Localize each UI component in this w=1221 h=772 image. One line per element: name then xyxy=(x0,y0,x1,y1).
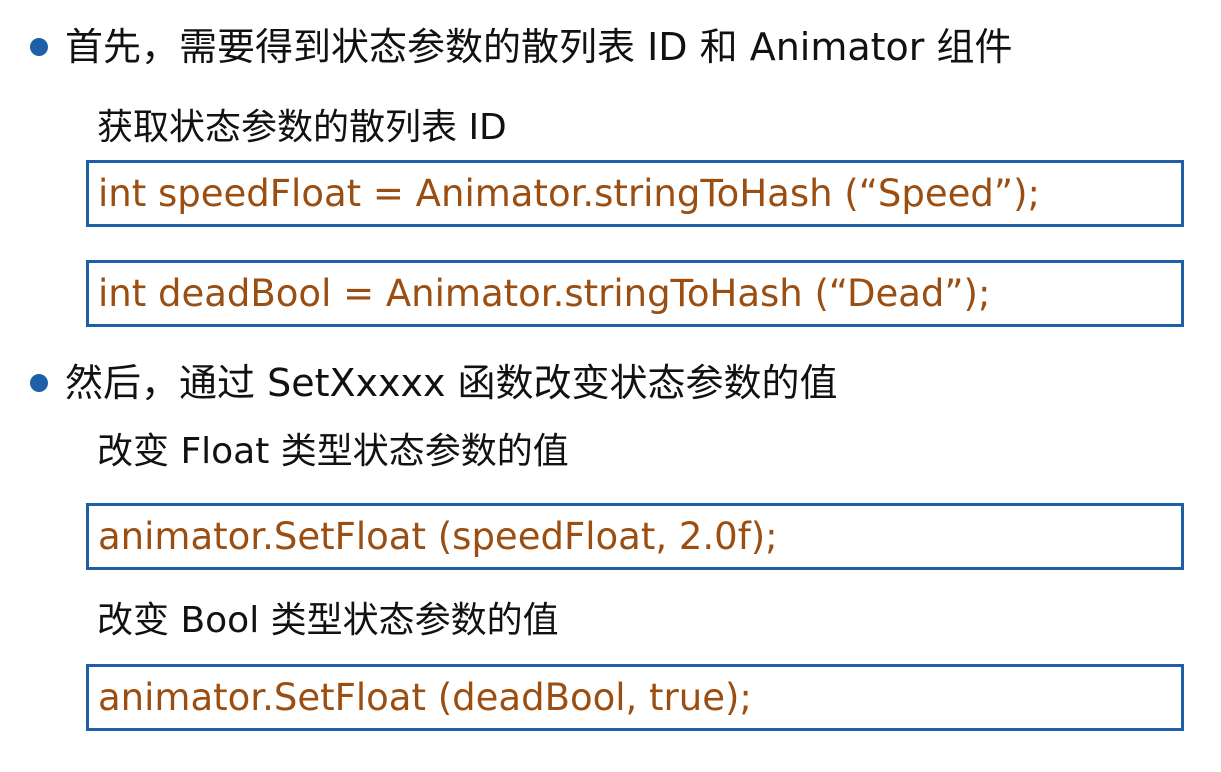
code-box-set-float: animator.SetFloat (speedFloat, 2.0f); xyxy=(86,503,1184,570)
code-line: int deadBool = Animator.stringToHash (“D… xyxy=(98,272,991,315)
code-box-set-bool: animator.SetFloat (deadBool, true); xyxy=(86,664,1184,731)
bullet-dot-icon xyxy=(30,374,48,392)
subheading-get-hash-id: 获取状态参数的散列表 ID xyxy=(97,107,507,148)
bullet-dot-icon xyxy=(30,38,48,56)
code-box-dead-bool: int deadBool = Animator.stringToHash (“D… xyxy=(86,260,1184,327)
code-line: animator.SetFloat (speedFloat, 2.0f); xyxy=(98,515,778,558)
subheading-change-bool: 改变 Bool 类型状态参数的值 xyxy=(97,600,559,641)
code-line: animator.SetFloat (deadBool, true); xyxy=(98,676,752,719)
code-line: int speedFloat = Animator.stringToHash (… xyxy=(98,172,1040,215)
subheading-change-float: 改变 Float 类型状态参数的值 xyxy=(97,431,569,472)
bullet-item-get-hash-and-animator: 首先，需要得到状态参数的散列表 ID 和 Animator 组件 xyxy=(30,28,1013,66)
bullet-text: 首先，需要得到状态参数的散列表 ID 和 Animator 组件 xyxy=(65,25,1013,69)
bullet-item-set-parameters: 然后，通过 SetXxxxx 函数改变状态参数的值 xyxy=(30,364,838,402)
bullet-text: 然后，通过 SetXxxxx 函数改变状态参数的值 xyxy=(65,361,838,405)
code-box-speed-float: int speedFloat = Animator.stringToHash (… xyxy=(86,160,1184,227)
